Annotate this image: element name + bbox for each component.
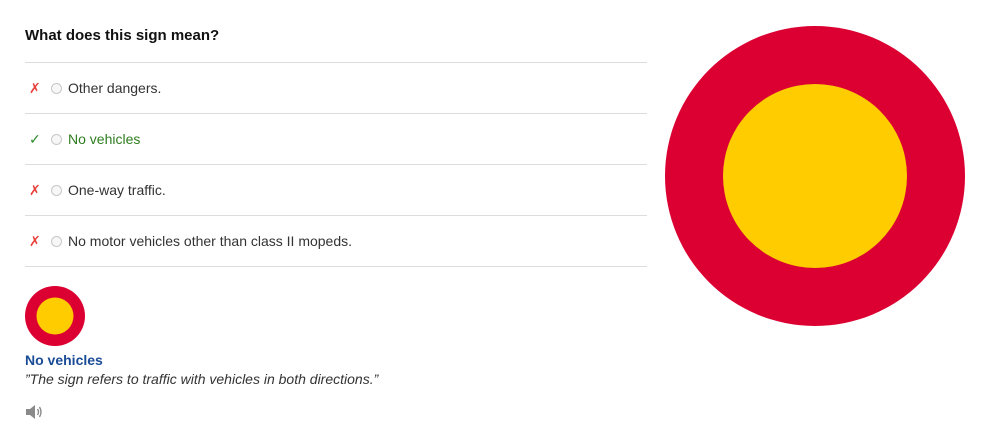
speaker-icon[interactable]	[25, 404, 43, 420]
answer-explanation: ”The sign refers to traffic with vehicle…	[25, 371, 379, 387]
radio-button[interactable]	[51, 133, 62, 145]
option-one-way-traffic[interactable]: ✗ One-way traffic.	[25, 165, 647, 216]
option-other-dangers[interactable]: ✗ Other dangers.	[25, 63, 647, 114]
radio-button[interactable]	[51, 82, 62, 94]
question-title: What does this sign mean?	[25, 27, 220, 44]
option-label: No motor vehicles other than class II mo…	[68, 233, 353, 249]
option-label: Other dangers.	[68, 80, 162, 96]
option-no-vehicles[interactable]: ✓ No vehicles	[25, 114, 647, 165]
option-label: One-way traffic.	[68, 182, 166, 198]
option-label: No vehicles	[68, 131, 141, 147]
no-vehicles-sign-large	[665, 26, 965, 326]
no-vehicles-sign-small	[25, 286, 85, 346]
check-mark-icon: ✓	[29, 131, 41, 147]
wrong-mark-icon: ✗	[29, 182, 41, 198]
option-no-motor-vehicles[interactable]: ✗ No motor vehicles other than class II …	[25, 216, 647, 267]
radio-button[interactable]	[51, 235, 62, 247]
radio-button[interactable]	[51, 184, 62, 196]
wrong-mark-icon: ✗	[29, 233, 41, 249]
answer-options: ✗ Other dangers. ✓ No vehicles ✗ One-way…	[25, 62, 647, 267]
answer-title: No vehicles	[25, 352, 103, 368]
wrong-mark-icon: ✗	[29, 80, 41, 96]
